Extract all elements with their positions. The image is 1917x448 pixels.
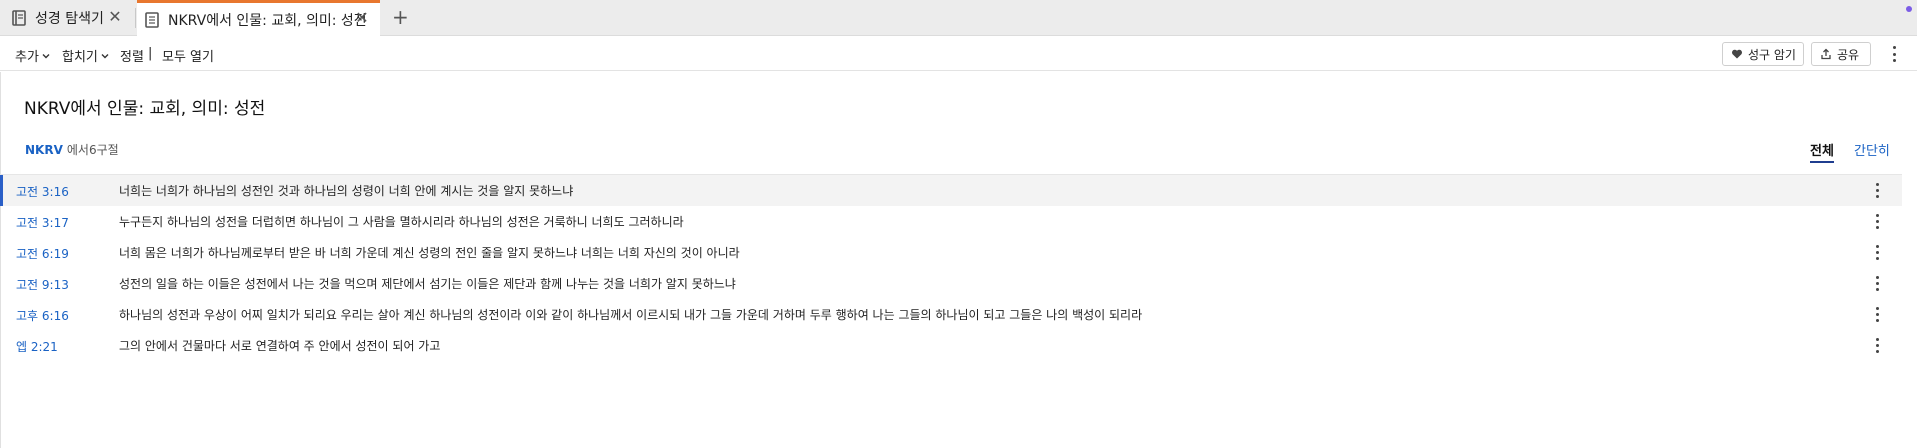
verse-text: 너희는 너희가 하나님의 성전인 것과 하나님의 성령이 너희 안에 계시는 것…	[119, 184, 574, 198]
tab-view-brief[interactable]: 간단히	[1854, 140, 1890, 159]
book-icon	[12, 10, 26, 26]
more-options-icon[interactable]	[1872, 337, 1882, 354]
memorize-verse-button[interactable]: 성구 암기	[1722, 42, 1804, 66]
verse-text: 너희 몸은 너희가 하나님께로부터 받은 바 너희 가운데 계신 성령의 전인 …	[119, 246, 740, 260]
share-label: 공유	[1837, 47, 1860, 62]
version-link[interactable]: NKRV	[25, 143, 63, 157]
more-options-icon[interactable]	[1872, 244, 1882, 261]
list-item[interactable]: 고후 6:16 하나님의 성전과 우상이 어찌 일치가 되리요 우리는 살아 계…	[0, 299, 1902, 330]
close-icon[interactable]: ✕	[107, 8, 123, 26]
verse-reference-link[interactable]: 고전 6:19	[16, 245, 69, 262]
add-label: 추가	[15, 50, 39, 65]
verse-reference-link[interactable]: 고전 3:17	[16, 214, 69, 231]
memorize-label: 성구 암기	[1748, 47, 1796, 62]
result-summary: NKRV 에서6구절	[25, 141, 119, 158]
chevron-down-icon	[101, 53, 109, 58]
verse-reference-link[interactable]: 고전 3:16	[16, 183, 69, 200]
list-item[interactable]: 고전 3:16 너희는 너희가 하나님의 성전인 것과 하나님의 성령이 너희 …	[0, 175, 1902, 206]
open-all-label: 모두 열기	[162, 50, 214, 65]
more-options-icon[interactable]	[1872, 213, 1882, 230]
verse-text: 그의 안에서 건물마다 서로 연결하여 주 안에서 성전이 되어 가고	[119, 339, 441, 353]
verse-reference-link[interactable]: 고후 6:16	[16, 307, 69, 324]
share-icon	[1820, 48, 1832, 60]
toolbar: 추가 합치기 정렬 | 모두 열기 성구 암기 공유	[0, 37, 1917, 71]
sort-label: 정렬	[120, 50, 144, 65]
verse-text: 성전의 일을 하는 이들은 성전에서 나는 것을 먹으며 제단에서 섬기는 이들…	[119, 277, 736, 291]
heart-icon	[1731, 48, 1743, 60]
notification-dot	[1906, 6, 1912, 12]
tab-search-results[interactable]: NKRV에서 인물: 교회, 의미: 성전 ✕	[137, 0, 380, 36]
tab-label: 성경 탐색기	[35, 11, 104, 27]
chevron-down-icon	[42, 53, 50, 58]
more-options-icon[interactable]	[1872, 275, 1882, 292]
open-all-button[interactable]: 모두 열기	[162, 46, 214, 65]
add-dropdown[interactable]: 추가	[15, 46, 50, 65]
list-item[interactable]: 고전 6:19 너희 몸은 너희가 하나님께로부터 받은 바 너희 가운데 계신…	[0, 237, 1902, 268]
more-options-icon[interactable]	[1872, 182, 1882, 199]
tab-label: NKRV에서 인물: 교회, 의미: 성전	[168, 12, 367, 29]
list-item[interactable]: 고전 3:17 누구든지 하나님의 성전을 더럽히면 하나님이 그 사람을 멸하…	[0, 206, 1902, 237]
verse-reference-link[interactable]: 고전 9:13	[16, 276, 69, 293]
tab-view-full[interactable]: 전체	[1810, 140, 1834, 163]
bookmark-book-icon	[145, 11, 159, 28]
sort-button[interactable]: 정렬	[120, 46, 144, 65]
tab-divider	[135, 8, 136, 28]
verse-reference-link[interactable]: 엡 2:21	[16, 338, 58, 355]
merge-dropdown[interactable]: 합치기	[62, 46, 109, 65]
verse-text: 누구든지 하나님의 성전을 더럽히면 하나님이 그 사람을 멸하시리라 하나님의…	[119, 215, 684, 229]
new-tab-plus-icon[interactable]: +	[392, 6, 409, 28]
list-item[interactable]: 고전 9:13 성전의 일을 하는 이들은 성전에서 나는 것을 먹으며 제단에…	[0, 268, 1902, 299]
more-options-icon[interactable]	[1872, 306, 1882, 323]
share-button[interactable]: 공유	[1811, 42, 1871, 66]
tab-bar: 성경 탐색기 ✕ NKRV에서 인물: 교회, 의미: 성전 ✕ +	[0, 0, 1917, 36]
toolbar-separator: |	[148, 46, 153, 61]
verse-text: 하나님의 성전과 우상이 어찌 일치가 되리요 우리는 살아 계신 하나님의 성…	[119, 308, 1143, 322]
verse-count: 에서6구절	[66, 143, 119, 157]
tab-bible-explorer[interactable]: 성경 탐색기 ✕	[0, 0, 133, 36]
close-icon[interactable]: ✕	[354, 9, 370, 27]
merge-label: 합치기	[62, 50, 98, 65]
page-title: NKRV에서 인물: 교회, 의미: 성전	[24, 99, 266, 119]
list-item[interactable]: 엡 2:21 그의 안에서 건물마다 서로 연결하여 주 안에서 성전이 되어 …	[0, 330, 1902, 361]
more-options-icon[interactable]	[1888, 45, 1900, 63]
